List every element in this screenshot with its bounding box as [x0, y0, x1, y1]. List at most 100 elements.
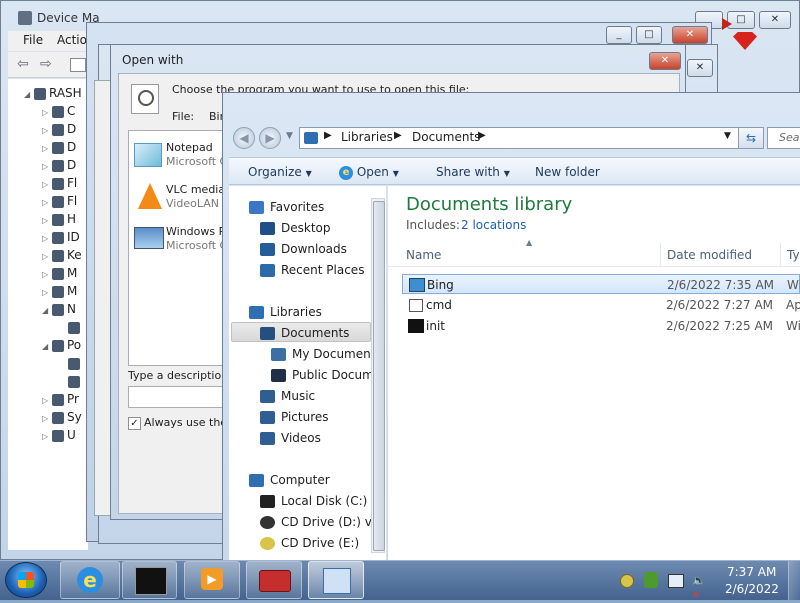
file-row-bing[interactable]: Bing 2/6/2022 7:35 AM Wi [402, 274, 800, 294]
program-item-vlc[interactable]: VLC media p VideoLAN [132, 181, 236, 215]
back-arrow-icon[interactable]: ⇦ [17, 56, 29, 72]
nav-pictures[interactable]: Pictures [260, 407, 329, 427]
computer-icon [34, 87, 46, 100]
nav-back-button[interactable]: ◀ [233, 127, 255, 149]
tree-item[interactable]: ▷ Fl [42, 174, 77, 192]
program-item-photo-viewer[interactable]: Windows Ph Microsoft C [132, 223, 232, 257]
device-icon [52, 285, 64, 298]
tray-network-icon[interactable] [668, 574, 684, 588]
file-row-init[interactable]: init 2/6/2022 7:25 AM Wi [402, 316, 800, 336]
address-dropdown-icon[interactable]: ▼ [724, 131, 731, 141]
clock-time[interactable]: 7:37 AM [727, 565, 776, 579]
tree-sub-item[interactable] [66, 372, 83, 390]
search-input[interactable]: Sear [767, 127, 800, 149]
forward-arrow-icon[interactable]: ⇨ [40, 56, 52, 72]
tree-root[interactable]: ◢ RASH [24, 84, 82, 102]
tree-item[interactable]: ▷ ID [42, 228, 80, 246]
nav-documents[interactable]: Documents [260, 323, 349, 343]
show-desktop-button[interactable] [788, 561, 800, 600]
libraries-icon [304, 132, 318, 144]
nav-local-disk[interactable]: Local Disk (C:) [260, 491, 367, 511]
nav-recent-places[interactable]: Recent Places [260, 260, 364, 280]
taskbar-cmd-button[interactable] [122, 561, 177, 599]
properties-icon[interactable] [70, 58, 86, 72]
tree-sub-item[interactable] [66, 354, 83, 372]
tree-item[interactable]: ◢ N [42, 300, 76, 318]
tree-item[interactable]: ▷ U [42, 426, 76, 444]
port-icon [68, 375, 80, 388]
column-header-date[interactable]: Date modified [667, 245, 752, 265]
nav-favorites[interactable]: Favorites [249, 197, 324, 217]
tree-item[interactable]: ▷ Ke [42, 246, 82, 264]
bg-minimize-button[interactable]: _ [606, 26, 632, 44]
nav-scrollbar-thumb[interactable] [373, 201, 385, 551]
file-row-cmd[interactable]: cmd 2/6/2022 7:27 AM Ap [402, 295, 800, 315]
tree-item[interactable]: ▷ Sy [42, 408, 82, 426]
new-folder-button[interactable]: New folder [535, 158, 600, 186]
tree-item[interactable]: ▷ M [42, 282, 77, 300]
nav-music[interactable]: Music [260, 386, 315, 406]
taskbar-device-manager-button[interactable] [308, 561, 364, 599]
open-button[interactable]: e Open ▼ [339, 158, 399, 186]
nav-scrollbar[interactable] [371, 198, 385, 553]
cd-drive-icon [260, 537, 275, 550]
open-with-close-button[interactable]: ✕ [649, 52, 681, 70]
libraries-icon [249, 306, 264, 319]
clock-date[interactable]: 2/6/2022 [725, 582, 779, 596]
nav-forward-button[interactable]: ▶ [259, 127, 281, 149]
tree-item[interactable]: ▷ C [42, 102, 75, 120]
chevron-down-icon: ▼ [392, 169, 399, 178]
start-button[interactable] [5, 562, 47, 598]
file-date: 2/6/2022 7:27 AM [666, 298, 774, 312]
system-icon [52, 411, 64, 424]
breadcrumb-documents[interactable]: Documents [412, 130, 480, 144]
tree-item[interactable]: ▷ D [42, 120, 76, 138]
tree-item[interactable]: ▷ M [42, 264, 77, 282]
command-bar: Organize ▼ e Open ▼ Share with ▼ New fol… [229, 157, 800, 185]
taskbar-ie-button[interactable]: e [60, 561, 120, 599]
tree-item[interactable]: ▷ D [42, 156, 76, 174]
nav-public-documents[interactable]: Public Docume [271, 365, 381, 385]
share-with-button[interactable]: Share with ▼ [436, 158, 510, 186]
tray-security-icon[interactable] [644, 572, 658, 588]
dm-close-button[interactable]: ✕ [759, 11, 791, 29]
tree-item[interactable]: ▷ D [42, 138, 76, 156]
bg2-close-button[interactable]: ✕ [687, 59, 713, 77]
nav-cd-drive-e[interactable]: CD Drive (E:) [260, 533, 359, 553]
nav-computer[interactable]: Computer [249, 470, 330, 490]
nav-downloads[interactable]: Downloads [260, 239, 347, 259]
open-with-title: Open with [122, 53, 184, 67]
tree-item[interactable]: ▷ Pr [42, 390, 79, 408]
program-item-notepad[interactable]: Notepad Microsoft C [132, 139, 227, 173]
taskbar-media-player-button[interactable]: ▶ [184, 561, 240, 599]
description-input[interactable] [128, 386, 228, 408]
nav-history-dropdown[interactable]: ▼ [286, 131, 293, 141]
refresh-button[interactable]: ⇆ [738, 127, 764, 149]
nav-videos[interactable]: Videos [260, 428, 321, 448]
processor-icon [52, 393, 64, 406]
tree-sub-item[interactable] [66, 318, 83, 336]
nav-cd-drive-d[interactable]: CD Drive (D:) virt [260, 512, 385, 532]
chevron-down-icon: ▼ [305, 169, 312, 178]
includes-locations-link[interactable]: 2 locations [461, 218, 526, 232]
always-use-checkbox[interactable]: ✓ [128, 417, 141, 430]
nav-desktop[interactable]: Desktop [260, 218, 331, 238]
address-bar[interactable]: ▶ Libraries ▶ Documents ▶ ▼ [299, 127, 739, 149]
nav-my-documents[interactable]: My Documents [271, 344, 382, 364]
organize-button[interactable]: Organize ▼ [248, 158, 312, 186]
tree-item[interactable]: ◢ Po [42, 336, 81, 354]
tray-cd-icon[interactable] [620, 574, 634, 588]
nav-libraries[interactable]: Libraries [249, 302, 322, 322]
column-header-type[interactable]: Ty [787, 245, 800, 265]
bg-maximize-button[interactable]: □ [636, 26, 662, 44]
dm-menu-action[interactable]: Actio [57, 33, 87, 47]
tree-item[interactable]: ▷ H [42, 210, 76, 228]
taskbar-toolbox-button[interactable] [246, 561, 302, 599]
tree-item[interactable]: ▷ Fl [42, 192, 77, 210]
breadcrumb-libraries[interactable]: Libraries [341, 130, 393, 144]
column-header-name[interactable]: Name [406, 245, 441, 265]
bg-close-button[interactable]: ✕ [672, 26, 708, 44]
hard-drive-icon [260, 495, 275, 508]
tray-volume-muted-icon[interactable]: 🔈✕ [692, 574, 708, 601]
dm-menu-file[interactable]: File [23, 33, 43, 47]
